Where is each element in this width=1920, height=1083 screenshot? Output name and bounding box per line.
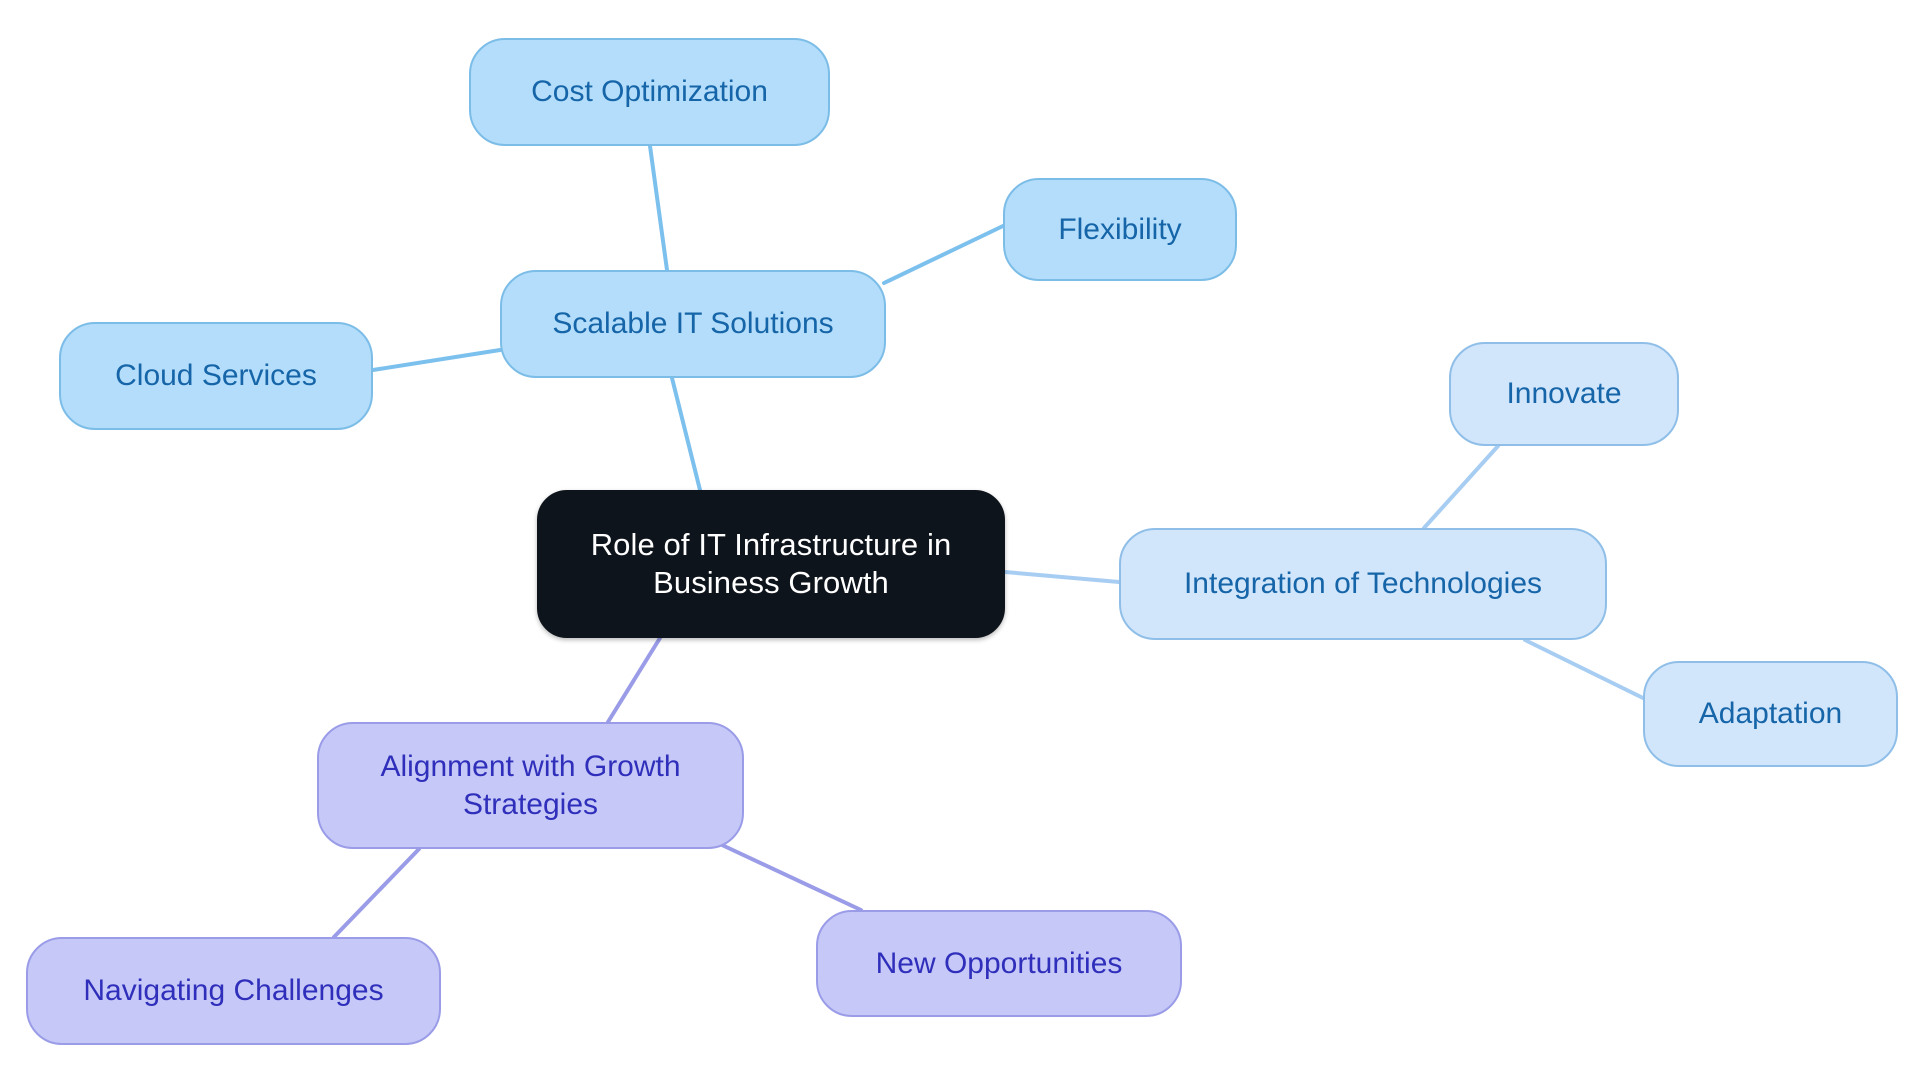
node-flexibility[interactable]: Flexibility	[1003, 178, 1237, 281]
mind-map-canvas: Role of IT Infrastructure in Business Gr…	[0, 0, 1920, 1083]
edge-alignment-to-navigating	[332, 847, 421, 939]
edge-scalable-to-flexibility	[882, 224, 1005, 285]
node-label: Scalable IT Solutions	[552, 307, 834, 341]
node-label: Alignment with Growth Strategies	[380, 750, 681, 821]
node-opportunities[interactable]: New Opportunities	[816, 910, 1182, 1017]
node-label: Adaptation	[1698, 697, 1843, 731]
node-label: Innovate	[1506, 377, 1622, 411]
edge-integration-to-innovate	[1422, 444, 1500, 530]
node-alignment[interactable]: Alignment with Growth Strategies	[317, 722, 744, 849]
edge-integration-to-adaptation	[1523, 638, 1645, 700]
node-navigating[interactable]: Navigating Challenges	[26, 937, 441, 1045]
node-scalable[interactable]: Scalable IT Solutions	[500, 270, 886, 378]
node-innovate[interactable]: Innovate	[1449, 342, 1679, 446]
node-root[interactable]: Role of IT Infrastructure in Business Gr…	[537, 490, 1005, 638]
edge-scalable-to-cloud	[371, 348, 502, 372]
node-label: Navigating Challenges	[83, 974, 384, 1008]
node-label: Integration of Technologies	[1183, 567, 1543, 601]
node-label: Role of IT Infrastructure in Business Gr…	[590, 526, 952, 600]
node-label: Cloud Services	[115, 359, 317, 393]
edge-root-to-alignment	[606, 636, 662, 724]
node-label: Cost Optimization	[531, 75, 768, 109]
edge-alignment-to-opportunities	[720, 843, 863, 912]
node-integration[interactable]: Integration of Technologies	[1119, 528, 1607, 640]
node-label: Flexibility	[1058, 212, 1182, 246]
edge-root-to-integration	[1003, 570, 1121, 584]
node-adaptation[interactable]: Adaptation	[1643, 661, 1898, 767]
node-cost[interactable]: Cost Optimization	[469, 38, 830, 146]
edge-root-to-scalable	[670, 376, 702, 492]
node-label: New Opportunities	[875, 946, 1123, 980]
edge-scalable-to-cost	[648, 144, 669, 272]
node-cloud[interactable]: Cloud Services	[59, 322, 373, 430]
